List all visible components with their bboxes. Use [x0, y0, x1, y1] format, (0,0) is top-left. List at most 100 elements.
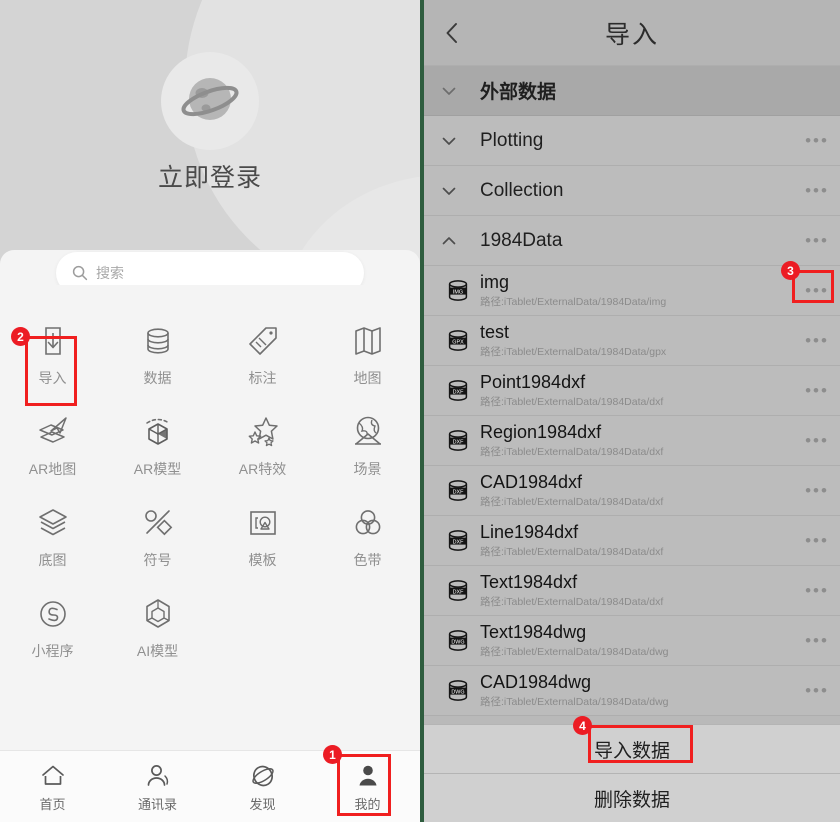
- delete-data-button[interactable]: 删除数据: [424, 773, 840, 822]
- file-more-button[interactable]: •••: [794, 582, 840, 599]
- folder-name: 外部数据: [480, 82, 557, 103]
- chevron-up-icon[interactable]: [440, 232, 480, 250]
- file-path: 路径:iTablet/ExternalData/1984Data/gpx: [480, 346, 667, 359]
- file-text-block: Text1984dwg 路径:iTablet/ExternalData/1984…: [480, 622, 794, 660]
- grid-label: AR特效: [238, 461, 287, 477]
- folder-name: Collection: [480, 179, 564, 201]
- tab-item-discover[interactable]: 发现: [210, 751, 315, 822]
- file-more-button[interactable]: •••: [794, 382, 840, 399]
- grid-cell-map[interactable]: 地图: [315, 308, 420, 399]
- file-more-button[interactable]: •••: [794, 432, 840, 449]
- file-row-img-more-button[interactable]: •••: [794, 282, 840, 299]
- grid-label: 场景: [353, 461, 382, 477]
- annotation-badge-1: 1: [323, 745, 342, 764]
- grid-cell-import[interactable]: 导入: [0, 308, 105, 399]
- avatar[interactable]: [161, 52, 259, 150]
- file-more-button[interactable]: •••: [794, 532, 840, 549]
- svg-text:DXF: DXF: [453, 489, 464, 495]
- database-file-icon: DXF: [436, 526, 480, 556]
- file-path: 路径:iTablet/ExternalData/1984Data/dwg: [480, 696, 669, 709]
- file-path: 路径:iTablet/ExternalData/1984Data/dxf: [480, 446, 664, 459]
- folder-row-external-data[interactable]: 外部数据: [424, 66, 840, 116]
- grid-label: AR模型: [133, 461, 182, 477]
- annotation-badge-3: 3: [781, 261, 800, 280]
- grid-cell-annotation[interactable]: 标注: [210, 308, 315, 399]
- left-phone-panel: 立即登录 搜索 导入 数据 标注 地图 AR地图 AR模型 AR特效 场景 底图…: [0, 0, 420, 822]
- file-name: CAD1984dxf: [480, 471, 583, 492]
- folder-more-button[interactable]: •••: [794, 132, 840, 149]
- folder-row-plotting[interactable]: Plotting •••: [424, 116, 840, 166]
- tab-label: 发现: [249, 796, 276, 812]
- tag-annotation-icon: [246, 320, 280, 362]
- grid-cell-ar-map[interactable]: AR地图: [0, 399, 105, 490]
- folder-row-collection[interactable]: Collection •••: [424, 166, 840, 216]
- file-text-block: img 路径:iTablet/ExternalData/1984Data/img: [480, 272, 794, 310]
- file-text-block: test 路径:iTablet/ExternalData/1984Data/gp…: [480, 322, 794, 360]
- file-more-button[interactable]: •••: [794, 482, 840, 499]
- grid-cell-ai-model[interactable]: AI模型: [105, 581, 210, 672]
- login-prompt-label[interactable]: 立即登录: [0, 158, 420, 194]
- file-name: test: [480, 321, 510, 342]
- grid-label: 色带: [353, 552, 382, 568]
- grid-label: 地图: [353, 370, 382, 386]
- file-path: 路径:iTablet/ExternalData/1984Data/dxf: [480, 546, 664, 559]
- folder-row-1984data[interactable]: 1984Data •••: [424, 216, 840, 266]
- bottom-tab-bar: 首页 通讯录 发现 我的: [0, 750, 420, 822]
- grid-cell-data[interactable]: 数据: [105, 308, 210, 399]
- search-placeholder: 搜索: [96, 265, 124, 281]
- grid-cell-ar-model[interactable]: AR模型: [105, 399, 210, 490]
- chevron-down-icon[interactable]: [440, 132, 480, 150]
- file-text-block: Text1984dxf 路径:iTablet/ExternalData/1984…: [480, 572, 794, 610]
- file-row-cad1984dwg[interactable]: DWG CAD1984dwg 路径:iTablet/ExternalData/1…: [424, 666, 840, 716]
- file-more-button[interactable]: •••: [794, 632, 840, 649]
- file-row-img[interactable]: IMG img 路径:iTablet/ExternalData/1984Data…: [424, 266, 840, 316]
- file-name: img: [480, 271, 510, 292]
- search-input[interactable]: 搜索: [56, 252, 364, 285]
- file-row-text1984dwg[interactable]: DWG Text1984dwg 路径:iTablet/ExternalData/…: [424, 616, 840, 666]
- database-file-icon: DWG: [436, 626, 480, 656]
- file-row-line1984dxf[interactable]: DXF Line1984dxf 路径:iTablet/ExternalData/…: [424, 516, 840, 566]
- grid-cell-empty-b: [315, 581, 420, 672]
- grid-cell-ar-effect[interactable]: AR特效: [210, 399, 315, 490]
- grid-label: AR地图: [28, 461, 77, 477]
- grid-cell-scene[interactable]: 场景: [315, 399, 420, 490]
- profile-icon: [354, 761, 382, 791]
- file-row-region1984dxf[interactable]: DXF Region1984dxf 路径:iTablet/ExternalDat…: [424, 416, 840, 466]
- folder-more-button[interactable]: •••: [794, 182, 840, 199]
- database-file-icon: DXF: [436, 376, 480, 406]
- navigation-header: 导入: [424, 0, 840, 66]
- file-row-test[interactable]: GPX test 路径:iTablet/ExternalData/1984Dat…: [424, 316, 840, 366]
- search-icon: [72, 265, 88, 281]
- tab-item-contacts[interactable]: 通讯录: [105, 751, 210, 822]
- grid-label: 导入: [38, 370, 67, 386]
- planet-avatar-icon: [181, 78, 239, 120]
- file-name: Region1984dxf: [480, 421, 602, 442]
- file-row-text1984dxf[interactable]: DXF Text1984dxf 路径:iTablet/ExternalData/…: [424, 566, 840, 616]
- scene-globe-icon: [350, 411, 386, 453]
- import-data-button[interactable]: 导入数据: [424, 724, 840, 773]
- ai-model-cube-icon: [141, 593, 175, 635]
- database-file-icon: DXF: [436, 426, 480, 456]
- chevron-down-icon[interactable]: [440, 82, 480, 100]
- tab-item-home[interactable]: 首页: [0, 751, 105, 822]
- grid-cell-colorband[interactable]: 色带: [315, 490, 420, 581]
- file-row-cad1984dxf[interactable]: DXF CAD1984dxf 路径:iTablet/ExternalData/1…: [424, 466, 840, 516]
- grid-cell-miniprogram[interactable]: 小程序: [0, 581, 105, 672]
- grid-cell-basemap[interactable]: 底图: [0, 490, 105, 581]
- file-more-button[interactable]: •••: [794, 682, 840, 699]
- tab-label: 我的: [354, 796, 381, 812]
- file-row-point1984dxf[interactable]: DXF Point1984dxf 路径:iTablet/ExternalData…: [424, 366, 840, 416]
- folder-name: Plotting: [480, 129, 544, 151]
- annotation-badge-4: 4: [573, 716, 592, 735]
- grid-cell-template[interactable]: 模板: [210, 490, 315, 581]
- folder-more-button[interactable]: •••: [794, 232, 840, 249]
- grid-label: 小程序: [31, 643, 74, 659]
- chevron-down-icon[interactable]: [440, 182, 480, 200]
- grid-cell-symbol[interactable]: 符号: [105, 490, 210, 581]
- right-phone-panel: 导入 外部数据 Plotting ••• Collection ••• 1984…: [424, 0, 840, 822]
- grid-label: AI模型: [136, 643, 179, 659]
- grid-label: 符号: [143, 552, 172, 568]
- file-more-button[interactable]: •••: [794, 332, 840, 349]
- ar-map-icon: [35, 411, 71, 453]
- ar-effect-stars-icon: [245, 411, 281, 453]
